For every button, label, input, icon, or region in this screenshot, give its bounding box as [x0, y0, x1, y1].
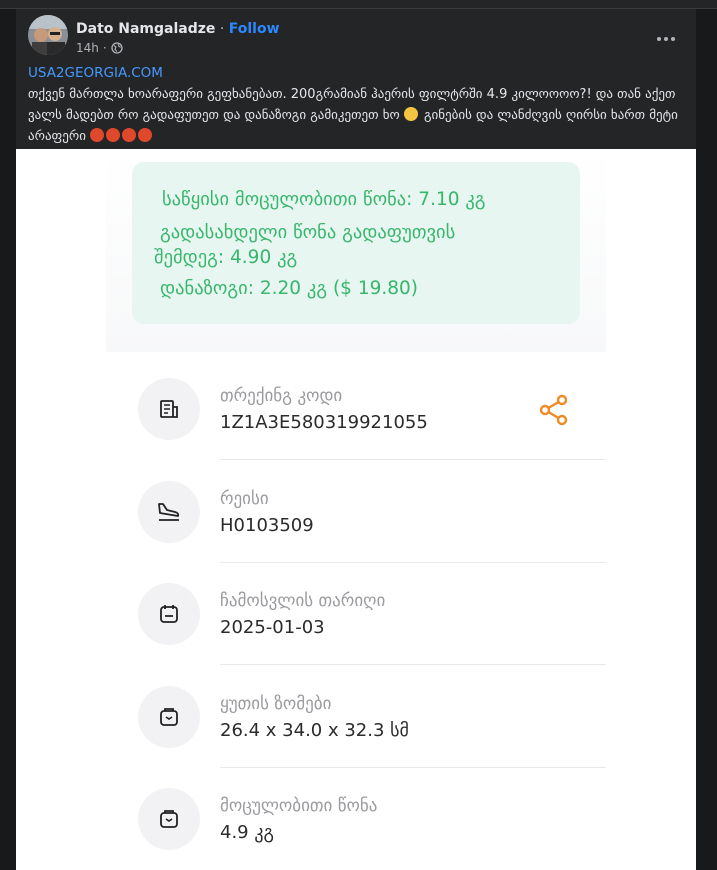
summary-area: საწყისი მოცულობითი წონა: 7.10 კგ გადასახ… [106, 149, 606, 352]
box-dimensions-label: ყუთის ზომები [220, 694, 332, 714]
ellipsis-icon [657, 37, 675, 41]
payable-weight-text-cont: შემდეგ: 4.90 კგ [154, 247, 298, 268]
volumetric-weight-label: მოცულობითი წონა [220, 796, 378, 816]
top-bar [0, 0, 717, 9]
post-meta: 14h · [76, 41, 123, 55]
row-divider [220, 664, 606, 665]
app-screenshot: საწყისი მოცულობითი წონა: 7.10 კგ გადასახ… [106, 149, 606, 870]
follow-button[interactable]: Follow [229, 21, 280, 37]
post-body: USA2GEORGIA.COM თქვენ მართლა ხოარაფერი გ… [28, 63, 686, 147]
tracking-icon [138, 378, 200, 440]
post-link[interactable]: USA2GEORGIA.COM [28, 63, 686, 84]
weight-icon [138, 788, 200, 850]
volumetric-weight: 4.9 კგ [220, 822, 274, 843]
author-name[interactable]: Dato Namgaladze [76, 21, 215, 37]
weight-savings-bubble: საწყისი მოცულობითი წონა: 7.10 კგ გადასახ… [132, 162, 580, 324]
post-time[interactable]: 14h [76, 41, 99, 55]
avatar-photo-icon [28, 15, 68, 55]
share-button[interactable] [536, 392, 572, 428]
flight-landing-icon [138, 481, 200, 543]
share-icon [539, 394, 568, 426]
box-dimensions-icon [138, 686, 200, 748]
detail-row-tracking: თრექინგ კოდი 1Z1A3E580319921055 [106, 360, 606, 460]
detail-row-box-dimensions: ყუთის ზომები 26.4 x 34.0 x 32.3 სმ [106, 668, 606, 768]
post-image[interactable]: საწყისი მოცულობითი წონა: 7.10 კგ გადასახ… [16, 149, 696, 870]
savings-text: დანაზოგი: 2.20 კგ ($ 19.80) [160, 278, 419, 299]
thinking-face-emoji-icon [403, 107, 418, 121]
payable-weight-text: გადასახდელი წონა გადაფუთვის [160, 222, 456, 243]
separator: · [215, 21, 229, 37]
detail-row-arrival-date: ჩამოსვლის თარიღი 2025-01-03 [106, 565, 606, 665]
author-avatar[interactable] [28, 15, 68, 55]
detail-row-volumetric-weight: მოცულობითი წონა 4.9 კგ [106, 770, 606, 870]
author-line: Dato Namgaladze · Follow [76, 21, 280, 37]
dot-separator: · [102, 41, 107, 55]
arrival-date: 2025-01-03 [220, 617, 325, 638]
globe-icon [111, 42, 123, 54]
post-header: Dato Namgaladze · Follow 14h · [28, 15, 684, 59]
facebook-post: Dato Namgaladze · Follow 14h · USA2GEORG… [16, 9, 696, 870]
initial-weight-text: საწყისი მოცულობითი წონა: 7.10 კგ [162, 189, 486, 210]
row-divider [220, 459, 606, 460]
tracking-code: 1Z1A3E580319921055 [220, 412, 428, 433]
box-dimensions: 26.4 x 34.0 x 32.3 სმ [220, 720, 409, 741]
flight-number: H0103509 [220, 515, 314, 536]
tracking-label: თრექინგ კოდი [220, 386, 343, 406]
row-divider [220, 562, 606, 563]
detail-row-flight: რეისი H0103509 [106, 463, 606, 563]
calendar-icon [138, 583, 200, 645]
more-options-button[interactable] [648, 21, 684, 57]
angry-face-emoji-icon [122, 128, 137, 142]
angry-face-emoji-icon [90, 128, 105, 142]
angry-face-emoji-icon [106, 128, 121, 142]
angry-face-emoji-icon [138, 128, 153, 142]
flight-label: რეისი [220, 489, 269, 509]
arrival-date-label: ჩამოსვლის თარიღი [220, 591, 386, 611]
row-divider [220, 767, 606, 768]
